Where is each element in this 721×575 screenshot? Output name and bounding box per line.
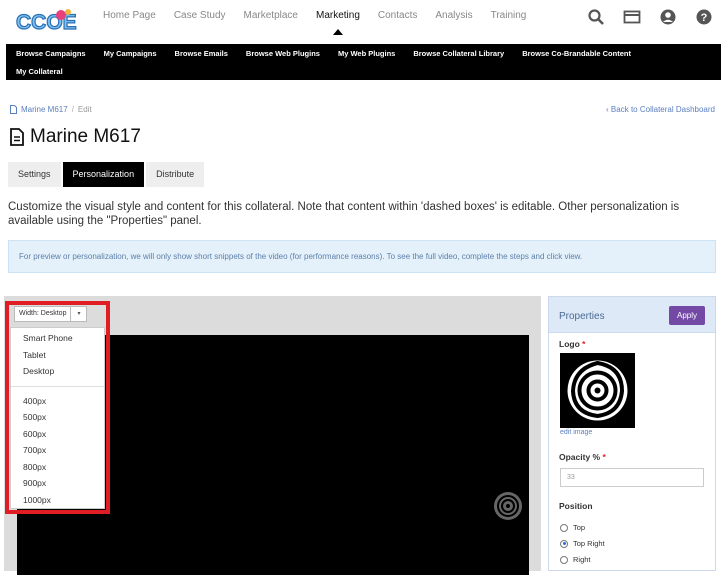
ccoe-logo[interactable]: CCOE	[14, 5, 82, 37]
position-option-top-right[interactable]: Top Right	[560, 539, 605, 548]
opacity-input[interactable]: 33	[560, 468, 704, 487]
subnav-browse-emails[interactable]: Browse Emails	[175, 49, 228, 58]
opacity-label: Opacity % *	[559, 452, 606, 462]
red-highlight-box	[5, 301, 110, 514]
editor-tabs: Settings Personalization Distribute	[8, 162, 206, 187]
subnav-my-web-plugins[interactable]: My Web Plugins	[338, 49, 395, 58]
breadcrumb-separator: /	[71, 105, 74, 114]
properties-title: Properties	[559, 311, 605, 322]
radio-right[interactable]	[560, 555, 568, 564]
nav-training[interactable]: Training	[491, 10, 527, 21]
logo-image[interactable]	[560, 353, 635, 428]
breadcrumb-collateral[interactable]: Marine M617	[21, 105, 68, 114]
svg-text:?: ?	[701, 12, 708, 24]
page-title-text: Marine M617	[30, 126, 141, 147]
apply-button[interactable]: Apply	[669, 306, 705, 325]
subnav-browse-campaigns[interactable]: Browse Campaigns	[16, 49, 86, 58]
logo-label: Logo *	[559, 339, 586, 349]
properties-panel: Properties Apply Logo * edit image Opaci…	[548, 296, 716, 571]
position-label: Position	[559, 501, 593, 511]
position-option-right[interactable]: Right	[560, 555, 591, 564]
header-icons: ?	[587, 8, 713, 26]
nav-marketing[interactable]: Marketing	[316, 10, 360, 35]
subnav-my-campaigns[interactable]: My Campaigns	[104, 49, 157, 58]
nav-marketplace[interactable]: Marketplace	[244, 10, 298, 21]
nav-analysis[interactable]: Analysis	[435, 10, 472, 21]
nav-contacts[interactable]: Contacts	[378, 10, 417, 21]
edit-image-link[interactable]: edit image	[560, 429, 592, 436]
marketing-subnav: Browse Campaigns My Campaigns Browse Ema…	[6, 44, 721, 80]
logo-watermark-image	[494, 492, 522, 520]
search-icon[interactable]	[587, 8, 605, 26]
page-title: Marine M617	[10, 126, 141, 148]
subnav-my-collateral[interactable]: My Collateral	[16, 67, 63, 76]
subnav-browse-co-brandable-content[interactable]: Browse Co-Brandable Content	[522, 49, 631, 58]
back-to-dashboard-link[interactable]: ‹ Back to Collateral Dashboard	[606, 105, 715, 114]
nav-home-page[interactable]: Home Page	[103, 10, 156, 21]
properties-header: Properties Apply	[549, 297, 715, 333]
user-account-icon[interactable]	[659, 8, 677, 26]
subnav-browse-collateral-library[interactable]: Browse Collateral Library	[413, 49, 504, 58]
top-navigation: CCOE Home Page Case Study Marketplace Ma…	[0, 0, 721, 44]
active-caret-icon	[332, 29, 343, 35]
nav-case-study[interactable]: Case Study	[174, 10, 226, 21]
radio-top[interactable]	[560, 523, 568, 532]
document-icon	[10, 128, 24, 146]
document-small-icon	[10, 105, 17, 114]
breadcrumb-current: Edit	[77, 105, 92, 114]
preview-info-alert: For preview or personalization, we will …	[8, 240, 716, 273]
tab-settings[interactable]: Settings	[8, 162, 61, 187]
tab-distribute[interactable]: Distribute	[146, 162, 205, 187]
main-nav: Home Page Case Study Marketplace Marketi…	[103, 10, 544, 35]
tab-personalization[interactable]: Personalization	[62, 162, 145, 187]
card-icon[interactable]	[623, 8, 641, 26]
personalization-description: Customize the visual style and content f…	[8, 201, 680, 227]
help-icon[interactable]: ?	[695, 8, 713, 26]
position-option-top[interactable]: Top	[560, 523, 585, 532]
breadcrumb: Marine M617 / Edit	[10, 105, 92, 114]
radio-top-right[interactable]	[560, 539, 568, 548]
subnav-browse-web-plugins[interactable]: Browse Web Plugins	[246, 49, 320, 58]
